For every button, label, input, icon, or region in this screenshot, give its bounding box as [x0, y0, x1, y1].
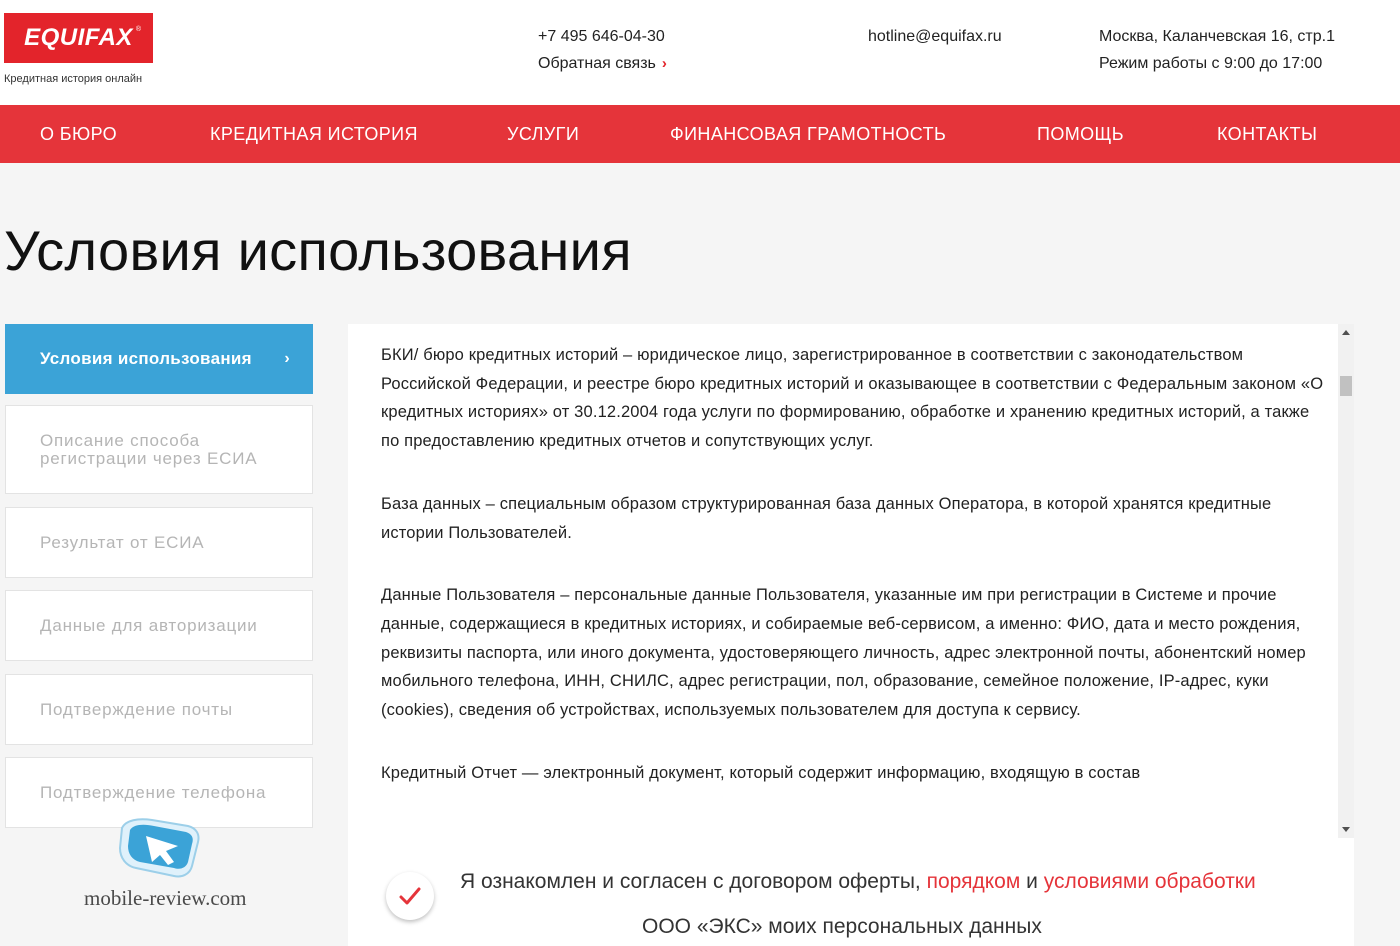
main-nav: О БЮРО КРЕДИТНАЯ ИСТОРИЯ УСЛУГИ ФИНАНСОВ…: [0, 105, 1400, 163]
tagline: Кредитная история онлайн: [4, 73, 143, 85]
sidebar-item-label: Результат от ЕСИА: [40, 532, 205, 552]
terms-scrollbar[interactable]: [1338, 324, 1354, 838]
sidebar-item-esia-result[interactable]: Результат от ЕСИА: [5, 507, 313, 578]
terms-paragraph: База данных – специальным образом структ…: [381, 494, 1272, 542]
nav-item-credit-history[interactable]: КРЕДИТНАЯ ИСТОРИЯ: [210, 105, 418, 163]
agreement-text-and: и: [1026, 870, 1038, 893]
sidebar-item-label: Описание способа регистрации через ЕСИА: [40, 430, 258, 468]
scrollbar-thumb[interactable]: [1340, 376, 1352, 396]
address-text: Москва, Каланчевская 16, стр.1: [1099, 28, 1335, 45]
scroll-up-icon[interactable]: [1342, 330, 1350, 335]
sidebar-item-label: Условия использования: [40, 349, 252, 368]
logo-registered-mark: ®: [135, 26, 141, 33]
terms-panel: БКИ/ бюро кредитных историй – юридическо…: [348, 324, 1354, 946]
logo-text: EQUIFAX: [24, 24, 133, 51]
feedback-link[interactable]: Обратная связь ›: [538, 55, 667, 73]
nav-item-services[interactable]: УСЛУГИ: [507, 105, 579, 163]
terms-paragraph: Данные Пользователя – персональные данны…: [381, 586, 1306, 720]
sidebar-item-email-confirm[interactable]: Подтверждение почты: [5, 674, 313, 745]
watermark-text: mobile-review.com: [84, 886, 247, 910]
sidebar-item-label: Данные для авторизации: [40, 615, 258, 635]
email-link[interactable]: hotline@equifax.ru: [868, 28, 1002, 46]
sidebar-item-esia-registration[interactable]: Описание способа регистрации через ЕСИА: [5, 405, 313, 494]
page-title: Условия использования: [4, 219, 632, 282]
agreement-text-line2: ООО «ЭКС» моих персональных данных: [642, 915, 1042, 938]
phone-link[interactable]: +7 495 646-04-30: [538, 28, 665, 46]
check-icon: [399, 887, 421, 905]
cursor-logo-icon: [118, 818, 200, 878]
agreement-text-before: Я ознакомлен и согласен с договором офер…: [460, 870, 921, 893]
hours-text: Режим работы с 9:00 до 17:00: [1099, 55, 1323, 72]
site-header: EQUIFAX ® Кредитная история онлайн +7 49…: [0, 0, 1400, 105]
nav-item-financial-literacy[interactable]: ФИНАНСОВАЯ ГРАМОТНОСТЬ: [670, 105, 946, 163]
agree-checkbox[interactable]: [386, 872, 434, 920]
procedure-link[interactable]: порядком: [927, 870, 1021, 893]
chevron-right-icon: ›: [661, 55, 667, 72]
sidebar-item-label: Подтверждение почты: [40, 699, 233, 719]
nav-item-help[interactable]: ПОМОЩЬ: [1037, 105, 1124, 163]
sidebar-item-terms[interactable]: Условия использования ›: [5, 324, 313, 394]
nav-item-about[interactable]: О БЮРО: [40, 105, 117, 163]
equifax-logo[interactable]: EQUIFAX ®: [4, 13, 153, 63]
scroll-down-icon[interactable]: [1342, 827, 1350, 832]
processing-conditions-link[interactable]: условиями обработки: [1044, 870, 1256, 893]
agreement-text: Я ознакомлен и согласен с договором офер…: [460, 870, 1256, 894]
chevron-right-icon: ›: [284, 350, 290, 367]
nav-item-contacts[interactable]: КОНТАКТЫ: [1217, 105, 1317, 163]
terms-text[interactable]: БКИ/ бюро кредитных историй – юридическо…: [381, 341, 1331, 841]
terms-paragraph: Кредитный Отчет — электронный документ, …: [381, 763, 1141, 782]
terms-paragraph: БКИ/ бюро кредитных историй – юридическо…: [381, 346, 1324, 451]
sidebar-item-label: Подтверждение телефона: [40, 782, 267, 802]
sidebar-item-auth-data[interactable]: Данные для авторизации: [5, 590, 313, 661]
feedback-label: Обратная связь: [538, 55, 656, 72]
